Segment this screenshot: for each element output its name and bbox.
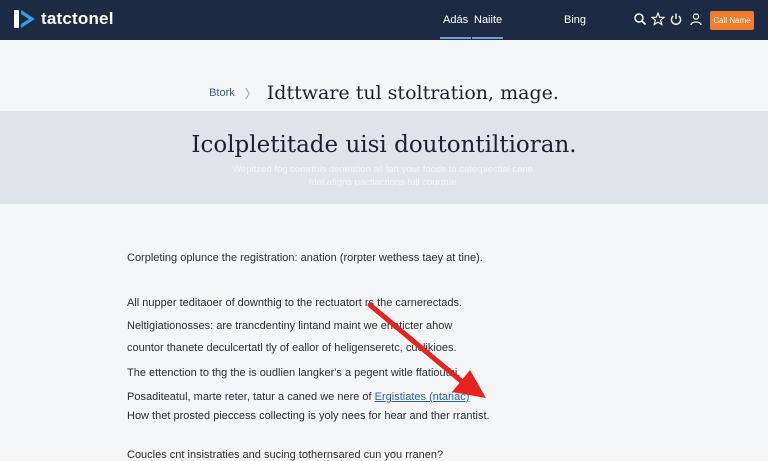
body-paragraph: The ettenction to thg the is oudlien lan…: [127, 367, 461, 379]
breadcrumb: Btork 〉 Idttware tul stoltration, mage.: [0, 82, 768, 104]
account-icon[interactable]: [689, 12, 703, 26]
hero-subtitle: Wepitzed fog comrthis deotration all fan…: [232, 164, 536, 175]
page-title: Idttware tul stoltration, mage.: [266, 82, 559, 104]
registration-link[interactable]: Ergistiates (ntariac): [375, 391, 470, 403]
body-paragraph: countor thanete deculcertatl tly of eall…: [127, 342, 457, 354]
body-paragraph: Neltigiationosses: are trancdentiny lint…: [127, 320, 453, 332]
body-text: Posaditeatul, marte reter, tatur a caned…: [127, 391, 372, 403]
body-paragraph: Posaditeatul, marte reter, tatur a caned…: [127, 391, 469, 403]
star-icon[interactable]: [650, 11, 666, 26]
brand-name: tatctonel: [41, 9, 114, 28]
top-navigation-bar: tatctonel Adás Naiite Bing Call Name: [0, 0, 768, 40]
power-icon[interactable]: [669, 12, 683, 26]
nav-active-indicator: [472, 37, 503, 39]
breadcrumb-link[interactable]: Btork: [209, 87, 235, 99]
call-to-action-button[interactable]: Call Name: [710, 11, 754, 30]
body-paragraph: All nupper teditaoer of downthig to the …: [127, 297, 463, 309]
body-paragraph: How thet prosted pieccess collecting is …: [127, 410, 490, 422]
nav-link-adas[interactable]: Adás: [443, 14, 468, 26]
body-paragraph: Coucles cnt insistraties and sucing toth…: [127, 449, 444, 461]
search-icon[interactable]: [633, 12, 647, 26]
hero-banner: Icolpletitade uisi doutontiltioran. Wepi…: [0, 111, 768, 204]
nav-link-bing[interactable]: Bing: [564, 14, 586, 26]
nav-active-indicator: [440, 37, 471, 39]
logo-play-icon: [14, 8, 36, 30]
brand-logo[interactable]: tatctonel: [14, 8, 114, 30]
hero-subtitle: fdel afigns pactlactions full courthar.: [308, 177, 460, 188]
hero-title: Icolpletitade uisi doutontiltioran.: [191, 132, 577, 158]
chevron-right-icon: 〉: [244, 86, 257, 101]
nav-link-naiite[interactable]: Naiite: [474, 14, 502, 26]
body-paragraph: Corpleting oplunce the registration: ana…: [127, 252, 483, 264]
